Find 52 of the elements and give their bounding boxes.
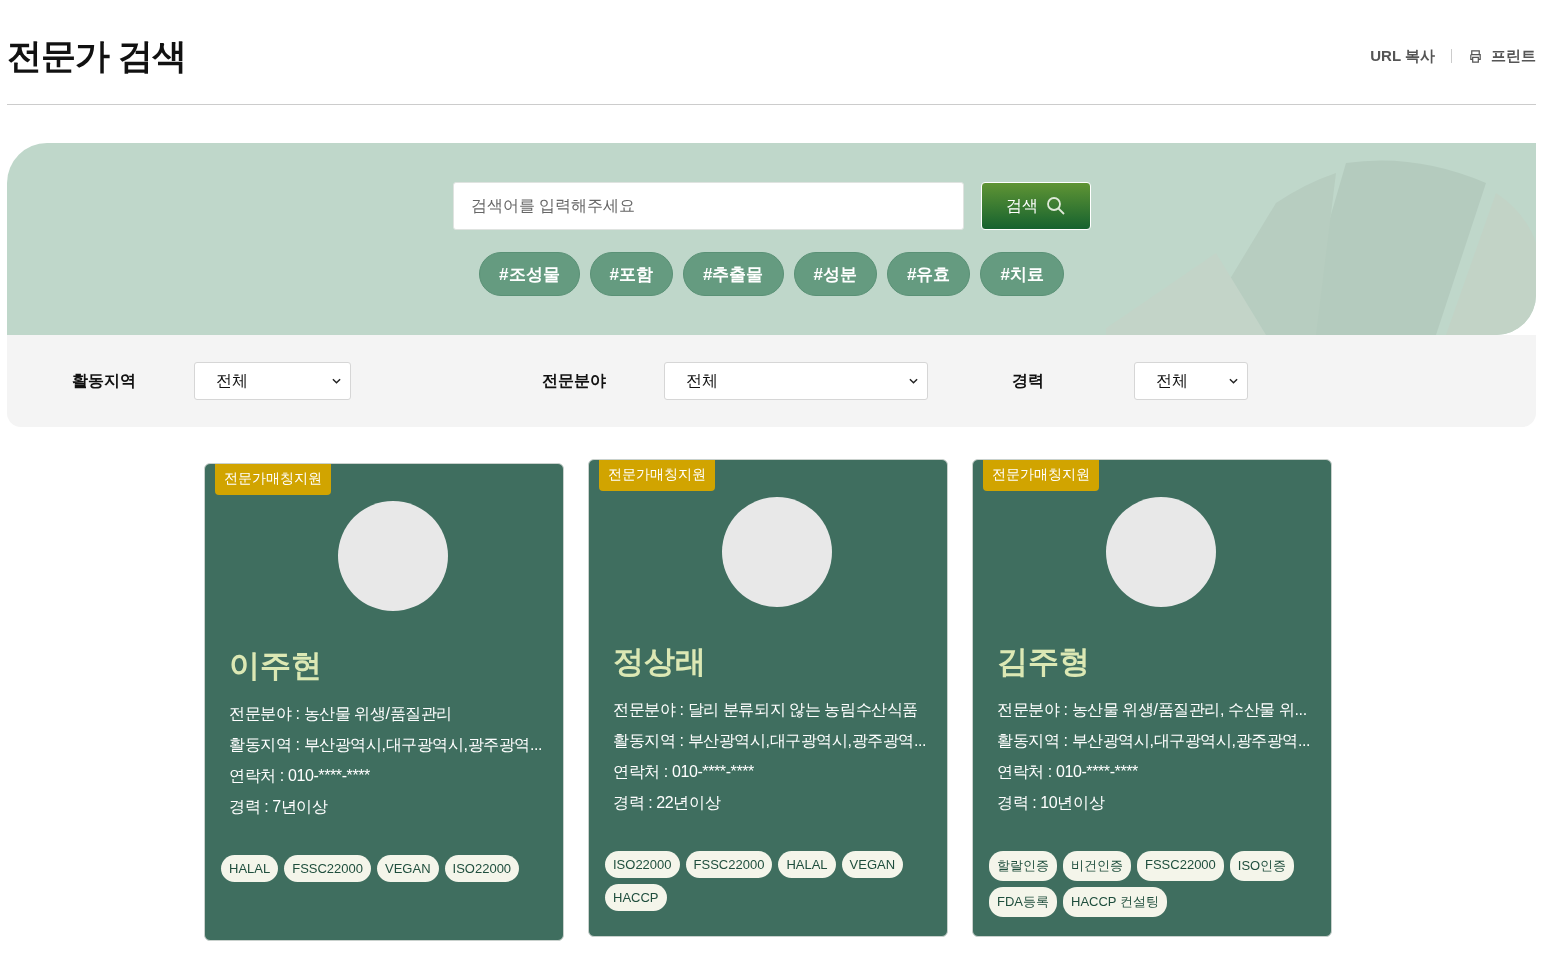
certification-tag: HALAL [778, 851, 836, 878]
support-badge: 전문가매칭지원 [215, 464, 331, 495]
page-title: 전문가 검색 [7, 34, 186, 77]
certification-tag: 할랄인증 [989, 851, 1057, 881]
certification-tag: FDA등록 [989, 887, 1057, 917]
expert-name: 정상래 [613, 643, 707, 681]
caret-icon [1229, 378, 1238, 384]
certification-tag: HACCP 컨설팅 [1063, 887, 1167, 917]
caret-icon [909, 378, 918, 384]
copy-url-link[interactable]: URL 복사 [1370, 46, 1435, 66]
support-badge: 전문가매칭지원 [983, 460, 1099, 491]
filter-dropdown[interactable]: 전체 [1134, 362, 1248, 400]
detail-text: 경력 : 10년이상 [997, 793, 1106, 813]
detail-text: 전문분야 : 달리 분류되지 않는 농림수산식품 [613, 700, 920, 720]
print-link[interactable]: 프린트 [1468, 46, 1536, 66]
certification-tag: 비건인증 [1063, 851, 1131, 881]
detail-text: 활동지역 : 부산광역시,대구광역시,광주광역... [613, 731, 928, 751]
detail-text: 활동지역 : 부산광역시,대구광역시,광주광역... [229, 735, 544, 755]
search-icon [1045, 196, 1066, 216]
certification-tag: FSSC22000 [1137, 851, 1224, 881]
detail-text: 활동지역 : 부산광역시,대구광역시,광주광역... [997, 731, 1312, 751]
certification-tag: VEGAN [841, 851, 904, 878]
certification-tag: ISO인증 [1229, 851, 1295, 881]
detail-text: 전문분야 : 농산물 위생/품질관리 [229, 704, 454, 724]
detail-text: 연락처 : 010-****-**** [613, 762, 755, 782]
expert-card[interactable]: 전문가매칭지원 이주현 전문분야 : 농산물 위생/품질관리 활동지역 : 부산광역시,대구광역시,광주광역... 연락처 : 010-****-**** 경력 : 7년이상 HALAL FSSC22000 VEGAN ISO22000 [204, 463, 564, 941]
filter-dropdown[interactable]: 전체 [194, 362, 351, 400]
filter-label: 활동지역 [72, 370, 137, 391]
printer-icon [1468, 48, 1483, 64]
detail-text: 경력 : 22년이상 [613, 793, 722, 813]
expert-name: 이주현 [229, 647, 323, 685]
caret-icon [332, 378, 341, 384]
detail-text: 연락처 : 010-****-**** [997, 762, 1139, 782]
detail-text: 경력 : 7년이상 [229, 797, 329, 817]
support-badge: 전문가매칭지원 [599, 460, 715, 491]
certification-tag: FSSC22000 [685, 851, 773, 878]
expert-card[interactable]: 전문가매칭지원 김주형 전문분야 : 농산물 위생/품질관리, 수산물 위... 활동지역 : 부산광역시,대구광역시,광주광역... 연락처 : 010-****-**** 경력 : 10년이상 할랄인증 비건인증 FSSC22000 ISO인증 FDA등록 HACCP 컨설팅 [972, 459, 1332, 937]
certification-tag: HACCP [605, 884, 667, 911]
filter-label: 경력 [1012, 370, 1045, 391]
certification-tag: FSSC22000 [284, 855, 372, 882]
expert-card[interactable]: 전문가매칭지원 정상래 전문분야 : 달리 분류되지 않는 농림수산식품 활동지역 : 부산광역시,대구광역시,광주광역... 연락처 : 010-****-**** 경력 : 22년이상 ISO22000 FSSC22000 HALAL VEGAN HACCP [588, 459, 948, 937]
certification-tag: VEGAN [377, 855, 439, 882]
certification-tag: ISO22000 [444, 855, 520, 882]
search-field[interactable]: 검색어를 입력해주세요 [452, 182, 964, 230]
filter-dropdown[interactable]: 전체 [664, 362, 928, 400]
certification-tag: ISO22000 [605, 851, 680, 878]
detail-text: 전문분야 : 농산물 위생/품질관리, 수산물 위... [997, 700, 1308, 720]
certification-tag: HALAL [221, 855, 279, 882]
search-button[interactable]: 검색 [980, 182, 1091, 230]
expert-name: 김주형 [997, 643, 1091, 681]
detail-text: 연락처 : 010-****-**** [229, 766, 371, 786]
filter-label: 전문분야 [542, 370, 607, 391]
